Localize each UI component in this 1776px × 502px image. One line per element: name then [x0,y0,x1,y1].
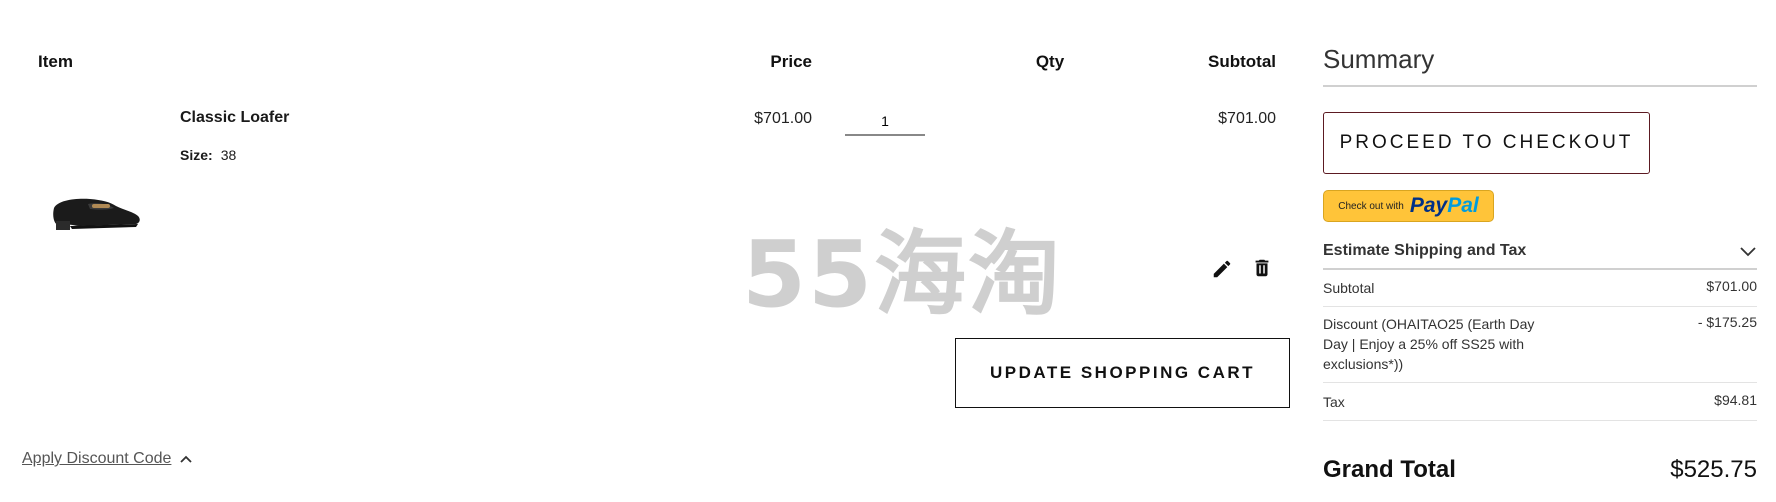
watermark: 55海淘 [742,221,1063,328]
estimate-divider [1323,268,1757,270]
paypal-logo: PayPal [1409,194,1479,217]
cart-item-row: Classic Loafer Size: 38 $701.00 $701.00 [0,90,1290,290]
item-subtotal: $701.00 [1218,110,1276,127]
discount-label: Discount (OHAITAO25 (Earth Day Day | Enj… [1323,316,1535,372]
proceed-to-checkout-button[interactable]: PROCEED TO CHECKOUT [1323,112,1650,174]
row-divider [1323,420,1757,421]
product-name[interactable]: Classic Loafer [180,109,289,127]
row-divider [1323,306,1757,307]
column-header-qty: Qty [1035,52,1065,71]
tax-label: Tax [1323,394,1345,410]
loafer-shoe-image[interactable] [50,190,142,232]
quantity-input[interactable] [845,108,925,136]
grand-total-label: Grand Total [1323,456,1456,483]
column-header-item: Item [38,52,73,71]
tax-value: $94.81 [1714,392,1757,408]
subtotal-value: $701.00 [1706,278,1757,294]
size-value: 38 [220,147,237,163]
estimate-shipping-label[interactable]: Estimate Shipping and Tax [1323,242,1526,260]
grand-total-value: $525.75 [1670,456,1757,483]
row-divider [1323,382,1757,383]
product-size: Size: 38 [180,147,236,163]
discount-value: - $175.25 [1697,314,1757,330]
size-label: Size: [180,147,213,163]
summary-divider [1323,85,1757,87]
estimate-shipping-toggle[interactable]: Estimate Shipping and Tax [1323,238,1757,264]
pencil-icon[interactable] [1211,258,1233,280]
column-header-price: Price [770,52,812,71]
apply-discount-toggle[interactable]: Apply Discount Code [22,450,193,468]
paypal-checkout-button[interactable]: Check out with PayPal [1323,190,1494,222]
item-price: $701.00 [754,110,812,127]
chevron-down-icon[interactable] [1739,245,1757,257]
summary-title: Summary [1323,44,1435,74]
paypal-small-label: Check out with [1338,200,1404,212]
column-header-subtotal: Subtotal [1208,52,1276,71]
subtotal-label: Subtotal [1323,280,1375,296]
apply-discount-link[interactable]: Apply Discount Code [22,450,171,468]
update-shopping-cart-button[interactable]: UPDATE SHOPPING CART [955,338,1290,408]
trash-icon[interactable] [1251,257,1273,279]
chevron-up-icon [180,455,193,463]
